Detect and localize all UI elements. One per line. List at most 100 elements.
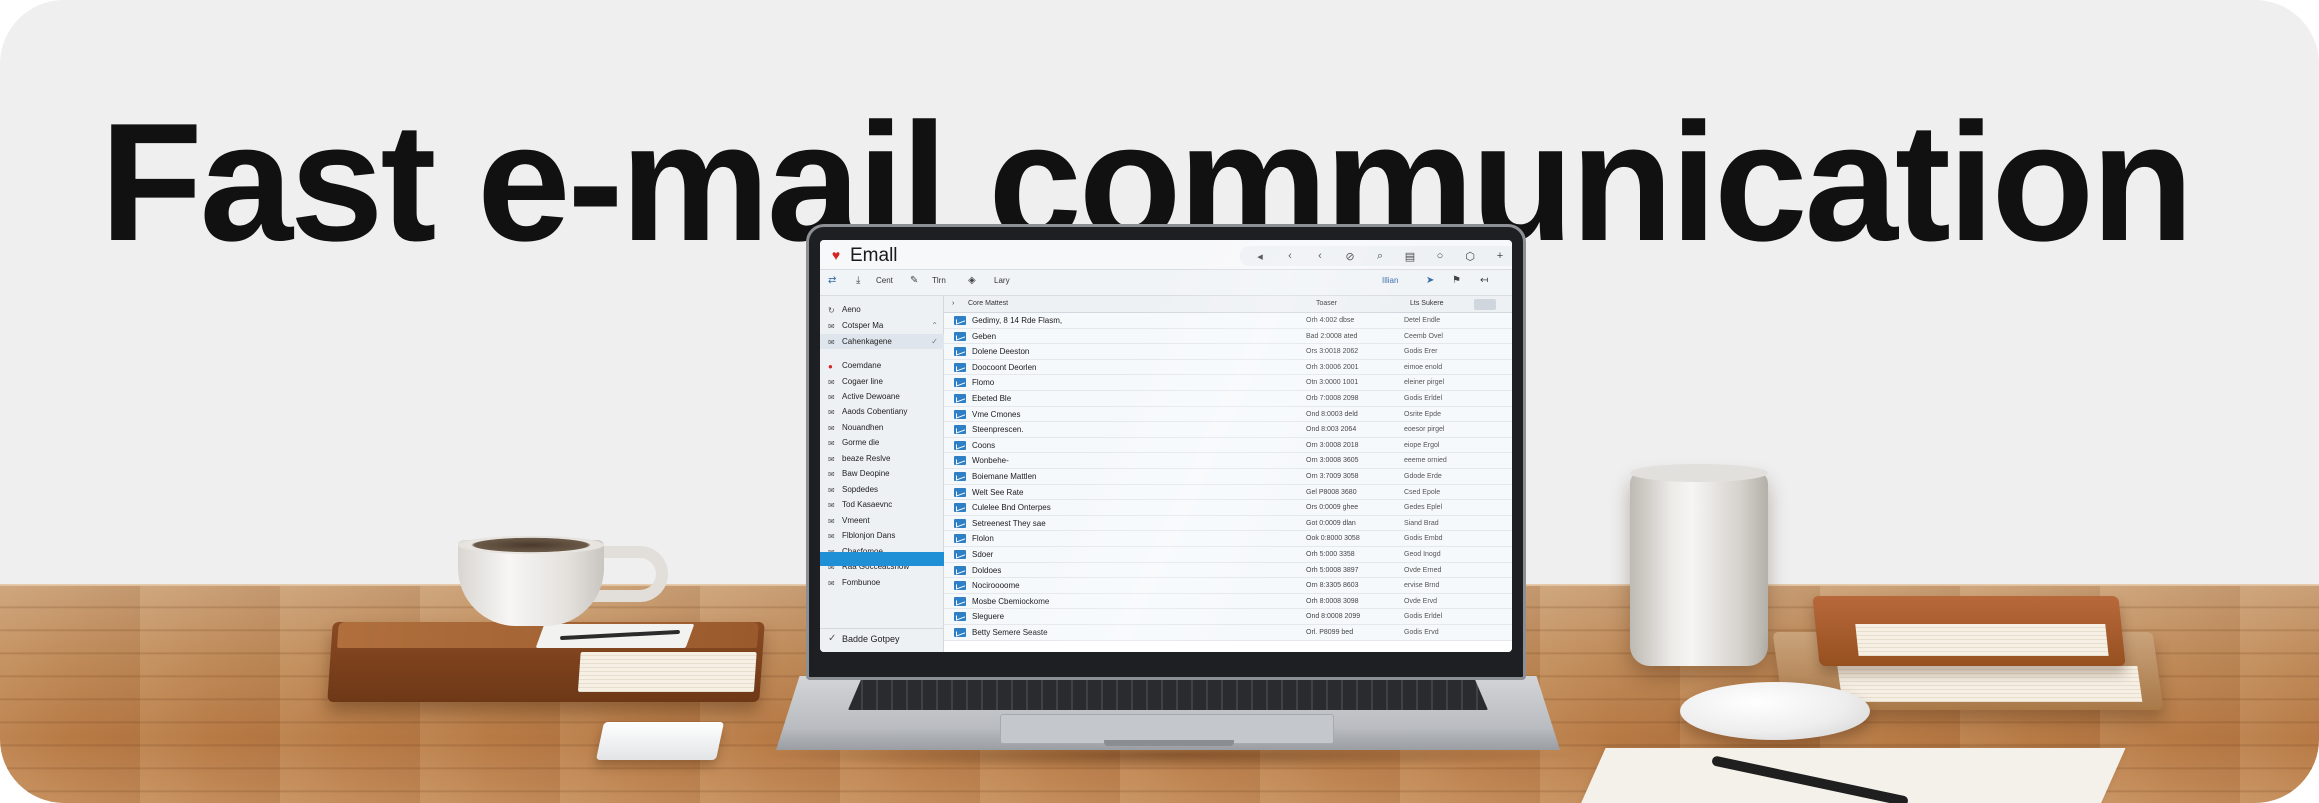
sidebar-item: ✉ Baw Deopine <box>820 466 944 481</box>
sidebar-item: ✉ Flblonjon Dans <box>820 528 944 543</box>
sidebar-item-label: Fombunoe <box>842 578 881 587</box>
mail-sender: Orn 3:0008 3605 <box>1306 457 1359 465</box>
mail-sender: Gel P8008 3680 <box>1306 488 1357 496</box>
envelope-icon: ✉ <box>828 517 835 526</box>
mail-subject: Dolene Deeston <box>972 347 1030 357</box>
mail-toolbar: ⇄ ⤓ Cent ✎ Tlrn ◈ Lary Illian ➤ ⚑ ↤ <box>820 270 1512 296</box>
envelope-icon <box>954 518 966 528</box>
envelope-icon <box>954 534 966 544</box>
sidebar-item-label: Gorme die <box>842 438 880 447</box>
mail-subject: Welt See Rate <box>972 487 1024 497</box>
envelope-icon <box>954 596 966 606</box>
envelope-icon: ✉ <box>828 486 835 495</box>
mail-status: Godis Erldel <box>1404 395 1443 402</box>
sidebar-item: ✉ Cogaer line <box>820 374 944 389</box>
download-icon: ⤓ <box>856 275 861 286</box>
envelope-icon: ✉ <box>828 408 835 417</box>
mail-sender: Orb 7:0008 2098 <box>1306 395 1359 402</box>
mail-sender: Ond 8:0003 deld <box>1306 410 1358 418</box>
mail-subject: Doocoont Deorlen <box>972 362 1037 372</box>
mail-row: Mosbe Cbemiockome Orh 8:0008 3098 Ovde Erv… <box>944 593 1512 610</box>
sidebar-item-label: Coemdane <box>842 361 882 370</box>
hero-banner: Fast e-mail communication ♥ Emall ◂ ‹ ‹ <box>0 0 2319 803</box>
mail-row: Nociroooome Orn 8:3305 8603 ervise Brnd <box>944 578 1512 594</box>
envelope-icon: ✉ <box>828 532 835 541</box>
mail-status: Gedes Eplel <box>1404 504 1443 512</box>
envelope-icon <box>954 331 966 341</box>
mail-subject: Gedimy, 8 14 Rde Flasm, <box>972 316 1063 325</box>
mail-sender: Ors 3:0018 2062 <box>1306 348 1359 356</box>
flag-icon: ⚑ <box>1452 275 1461 286</box>
mail-subject: Wonbehe- <box>972 456 1009 466</box>
send-icon: ➤ <box>1426 275 1435 286</box>
sidebar-item-label: Baw Deopine <box>842 469 890 478</box>
mail-sender: Orh 3:0006 2001 <box>1306 363 1359 371</box>
laptop-screen: ♥ Emall ◂ ‹ ‹ ⊘ ⌕ ▤ ○ ⬡ + ⇄ ⤓ Cent ✎ Tlr… <box>820 240 1512 652</box>
mail-sender: Orh 4:002 dbse <box>1306 317 1355 324</box>
envelope-icon <box>954 409 966 419</box>
mail-subject: Flolon <box>972 534 994 544</box>
sidebar-item-label: Cahenkagene <box>842 337 892 346</box>
mail-row: Ebeted Ble Orb 7:0008 2098 Godis Erldel <box>944 391 1512 407</box>
envelope-icon <box>954 362 966 372</box>
toolbar-item: Tlrn <box>932 276 946 285</box>
envelope-icon <box>954 628 966 637</box>
add-icon: + <box>1496 250 1504 262</box>
sidebar-item-label: Vmeent <box>842 516 870 525</box>
envelope-icon: ✉ <box>828 393 835 402</box>
mail-subject: Geben <box>972 331 997 341</box>
mail-status: Geod Inogd <box>1404 551 1441 558</box>
envelope-icon <box>954 487 966 497</box>
list-header: › Core Mattest Toaser Lts Sukere <box>944 296 1512 313</box>
book-right-top <box>1812 596 2126 666</box>
mail-status: Godis Embd <box>1404 535 1443 543</box>
envelope-icon <box>954 425 966 435</box>
sidebar-item: ✉ beaze Reslve <box>820 451 944 466</box>
prev-icon: ‹ <box>1288 250 1292 262</box>
mail-status: Ovde Erned <box>1404 566 1442 574</box>
app-toolbar-icons: ◂ ‹ ‹ ⊘ ⌕ ▤ ○ ⬡ + <box>1240 246 1512 266</box>
sidebar-item: ✉ Cahenkagene ✓ <box>820 334 944 349</box>
sidebar-item: ✉ Cotsper Ma ⌃ <box>820 318 944 333</box>
mail-sender: Ook 0:8000 3058 <box>1306 535 1360 543</box>
mail-row: Welt See Rate Gel P8008 3680 Csed Epole <box>944 484 1512 501</box>
sidebar-item-label: Active Dewoane <box>842 392 900 401</box>
shield-icon: ◈ <box>968 275 976 286</box>
search-icon: ⌕ <box>1376 249 1384 262</box>
mail-subject: Coons <box>972 440 996 450</box>
mail-status: eiope Ergol <box>1404 441 1440 449</box>
sidebar-item: ✉ Vmeent <box>820 513 944 528</box>
sidebar-item-label: Sopdedes <box>842 485 879 494</box>
list-header-col: Toaser <box>1316 300 1338 307</box>
back-icon: ◂ <box>1257 250 1263 263</box>
envelope-icon <box>954 612 966 622</box>
mail-row: Culelee Bnd Onterpes Ors 0:0009 ghee Gedes… <box>944 500 1512 516</box>
envelope-icon <box>954 347 966 357</box>
sidebar-item: ✉ Sopdedes <box>820 482 944 497</box>
heart-logo-icon: ♥ <box>831 247 841 263</box>
pin-icon: ✎ <box>910 275 919 286</box>
sidebar-item: ↻ Aeno <box>820 302 944 317</box>
mail-status: Osrite Epde <box>1404 410 1441 418</box>
mail-row: Dolene Deeston Ors 3:0018 2062 Godis Erer <box>944 344 1512 360</box>
mail-subject: Betty Semere Seaste <box>972 628 1048 637</box>
mail-subject: Mosbe Cbemiockome <box>972 596 1050 606</box>
toolbar-item: Cent <box>876 276 893 285</box>
cup-rim <box>458 536 604 554</box>
computer-mouse <box>1680 682 1870 740</box>
mail-sender: Bad 2:0008 ated <box>1306 332 1358 340</box>
sidebar-item-label: Aaods Cobentiany <box>842 407 908 416</box>
laptop-keyboard <box>848 680 1488 710</box>
settings-icon: ⬡ <box>1465 250 1475 263</box>
mail-sender: Orh 5:000 3358 <box>1306 551 1355 558</box>
mail-status: Csed Epole <box>1404 488 1441 496</box>
mail-sender: Got 0:0009 dlan <box>1306 519 1356 527</box>
sidebar-item-label: Aeno <box>842 305 861 314</box>
sidebar-item: ✉ Fombunoe <box>820 575 944 590</box>
sidebar-item-label: Cogaer line <box>842 377 883 386</box>
mail-row: Coons Orn 3:0008 2018 eiope Ergol <box>944 437 1512 454</box>
mail-status: Gdode Erde <box>1404 473 1442 480</box>
sidebar-item: ✉ Active Dewoane <box>820 389 944 404</box>
mail-subject: Vme Cmones <box>972 409 1021 419</box>
mail-row: Wonbehe- Orn 3:0008 3605 eeeme ornied <box>944 453 1512 469</box>
